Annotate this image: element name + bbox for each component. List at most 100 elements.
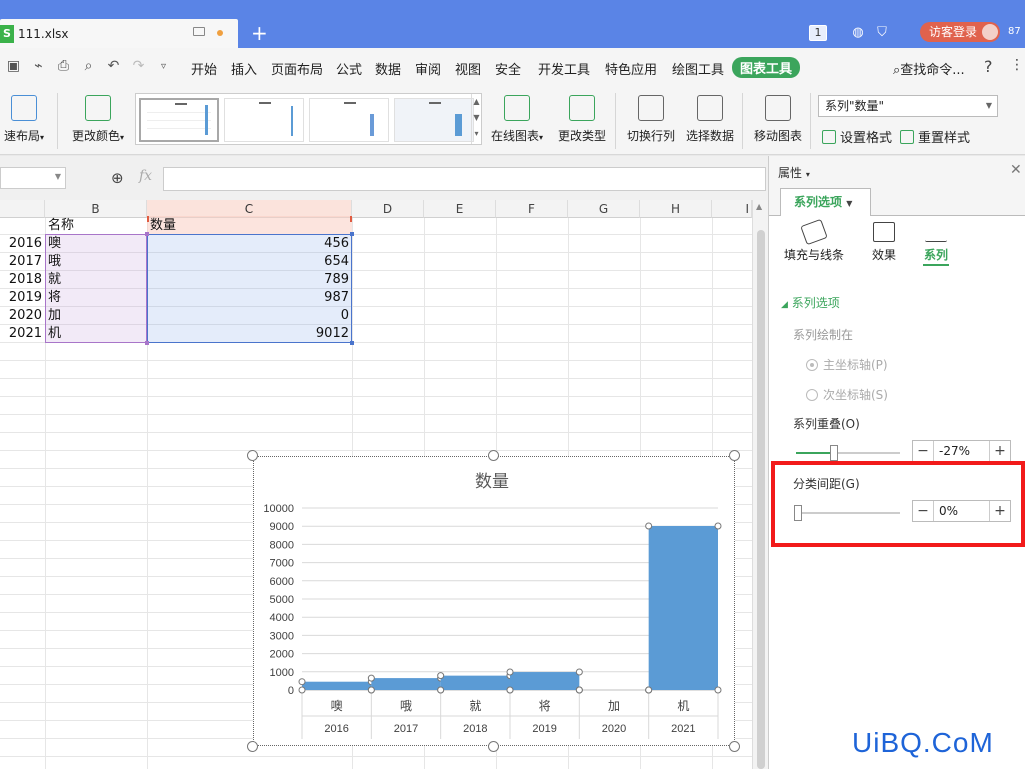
cell-year[interactable]: 2021 xyxy=(0,325,42,343)
change-color-button[interactable]: 更改颜色▾ xyxy=(68,95,128,144)
menu-data[interactable]: 数据 xyxy=(375,59,401,78)
column-header-h[interactable]: H xyxy=(640,200,712,218)
name-box[interactable]: ▼ xyxy=(0,167,66,189)
set-format-button[interactable]: 设置格式 xyxy=(822,127,892,146)
help-icon[interactable]: ? xyxy=(984,57,993,76)
range-handle[interactable] xyxy=(147,216,149,222)
guest-login-button[interactable]: 访客登录 xyxy=(920,22,1000,42)
skin-icon[interactable]: ◍ xyxy=(850,25,866,41)
chart-style-3[interactable] xyxy=(309,98,389,142)
cell-name[interactable]: 加 xyxy=(48,307,61,325)
redo-icon[interactable]: ↷ xyxy=(130,58,147,75)
chart-resize-handle[interactable] xyxy=(247,741,258,752)
chart-resize-handle[interactable] xyxy=(488,741,499,752)
column-header-g[interactable]: G xyxy=(568,200,640,218)
cell-year[interactable]: 2020 xyxy=(0,307,42,325)
range-handle[interactable] xyxy=(145,341,149,345)
overlap-decrement-button[interactable]: − xyxy=(913,441,934,461)
switch-row-col-button[interactable]: 切换行列 xyxy=(625,95,677,144)
cell-name[interactable]: 机 xyxy=(48,325,61,343)
column-header-b[interactable]: B xyxy=(45,200,147,218)
print-preview-icon[interactable]: ⌕ xyxy=(80,58,97,75)
cell-year[interactable]: 2018 xyxy=(0,271,42,289)
overlap-stepper[interactable]: − -27% + xyxy=(912,440,1011,462)
chart-style-gallery[interactable]: ▲ ▼ ▾ xyxy=(135,93,482,145)
reset-style-button[interactable]: 重置样式 xyxy=(900,127,970,146)
cell-qty[interactable]: 987 xyxy=(150,289,349,307)
save-icon[interactable]: ▣ xyxy=(5,58,22,75)
cell-year[interactable]: 2016 xyxy=(0,235,42,253)
cell-qty[interactable]: 9012 xyxy=(150,325,349,343)
cell-name[interactable]: 哦 xyxy=(48,253,61,271)
sub-tab-effects[interactable]: 效果 xyxy=(869,222,899,263)
print-icon[interactable]: ⎙ xyxy=(55,58,72,75)
range-handle[interactable] xyxy=(350,232,354,236)
undo-icon[interactable]: ↶ xyxy=(105,58,122,75)
secondary-axis-radio[interactable]: 次坐标轴(S) xyxy=(806,386,888,403)
menu-drawing-tools[interactable]: 绘图工具 xyxy=(672,59,724,78)
shirt-icon[interactable]: ⛉ xyxy=(874,25,890,41)
cell-header-qty[interactable]: 数量 xyxy=(150,217,176,235)
panel-scrollbar[interactable] xyxy=(754,220,767,769)
select-data-button[interactable]: 选择数据 xyxy=(684,95,736,144)
window-count-badge[interactable]: 1 xyxy=(809,25,827,41)
primary-axis-radio[interactable]: 主坐标轴(P) xyxy=(806,356,888,373)
formula-input[interactable] xyxy=(163,167,766,191)
panel-scroll-thumb[interactable] xyxy=(757,230,765,769)
range-handle[interactable] xyxy=(350,341,354,345)
sub-tab-series[interactable]: 系列 xyxy=(921,222,951,266)
cell-name[interactable]: 噢 xyxy=(48,235,61,253)
monitor-icon[interactable] xyxy=(193,27,205,36)
range-handle[interactable] xyxy=(145,232,149,236)
overlap-value-input[interactable]: -27% xyxy=(939,443,987,459)
cell-qty[interactable]: 0 xyxy=(150,307,349,325)
overlap-slider[interactable] xyxy=(796,445,900,461)
online-chart-button[interactable]: 在线图表▾ xyxy=(488,95,546,144)
cell-name[interactable]: 就 xyxy=(48,271,61,289)
chart-resize-handle[interactable] xyxy=(247,450,258,461)
series-select[interactable]: 系列"数量" ▼ xyxy=(818,95,998,117)
chart-style-1[interactable] xyxy=(139,98,219,142)
gallery-scroll[interactable]: ▲ ▼ ▾ xyxy=(471,94,481,144)
menu-home[interactable]: 开始 xyxy=(191,59,217,78)
format-painter-icon[interactable]: ⌁ xyxy=(30,58,47,75)
more-icon[interactable]: ⋮ xyxy=(1010,57,1024,73)
menu-developer[interactable]: 开发工具 xyxy=(538,59,590,78)
chart-resize-handle[interactable] xyxy=(729,741,740,752)
chart-title[interactable]: 数量 xyxy=(475,467,509,492)
menu-review[interactable]: 审阅 xyxy=(415,59,441,78)
panel-title[interactable]: 属性 ▾ xyxy=(778,164,810,181)
menu-special-apps[interactable]: 特色应用 xyxy=(605,59,657,78)
chart-resize-handle[interactable] xyxy=(488,450,499,461)
menu-security[interactable]: 安全 xyxy=(495,59,521,78)
chart-style-4[interactable] xyxy=(394,98,474,142)
menu-page-layout[interactable]: 页面布局 xyxy=(271,59,323,78)
tab-series-options[interactable]: 系列选项 ▼ xyxy=(780,188,871,216)
chart-area[interactable] xyxy=(253,456,735,746)
sub-tab-fill-line[interactable]: 填充与线条 xyxy=(783,218,845,263)
new-tab-plus-icon[interactable]: + xyxy=(251,23,268,43)
menu-chart-tools[interactable]: 图表工具 xyxy=(732,57,801,78)
cell-qty[interactable]: 456 xyxy=(150,235,349,253)
column-header-f[interactable]: F xyxy=(496,200,568,218)
chart-style-2[interactable] xyxy=(224,98,304,142)
fx-icon[interactable]: fx xyxy=(139,168,152,184)
overlap-increment-button[interactable]: + xyxy=(989,441,1010,461)
quick-access-dropdown-icon[interactable]: ▿ xyxy=(155,58,172,75)
find-command[interactable]: ⌕查找命令... xyxy=(893,59,965,78)
document-tab[interactable]: S 111.xlsx xyxy=(0,19,238,48)
cell-year[interactable]: 2019 xyxy=(0,289,42,307)
column-header-d[interactable]: D xyxy=(352,200,424,218)
scroll-up-icon[interactable]: ▲ xyxy=(756,202,762,211)
close-icon[interactable]: ✕ xyxy=(1010,162,1022,178)
move-chart-button[interactable]: 移动图表 xyxy=(752,95,804,144)
change-type-button[interactable]: 更改类型 xyxy=(556,95,608,144)
cell-year[interactable]: 2017 xyxy=(0,253,42,271)
menu-view[interactable]: 视图 xyxy=(455,59,481,78)
quick-layout-button[interactable]: 速布局▾ xyxy=(0,95,48,144)
column-header-e[interactable]: E xyxy=(424,200,496,218)
column-header-a[interactable] xyxy=(0,200,45,218)
zoom-icon[interactable]: ⊕ xyxy=(111,169,124,187)
overlap-slider-knob[interactable] xyxy=(830,445,839,461)
menu-insert[interactable]: 插入 xyxy=(231,59,257,78)
